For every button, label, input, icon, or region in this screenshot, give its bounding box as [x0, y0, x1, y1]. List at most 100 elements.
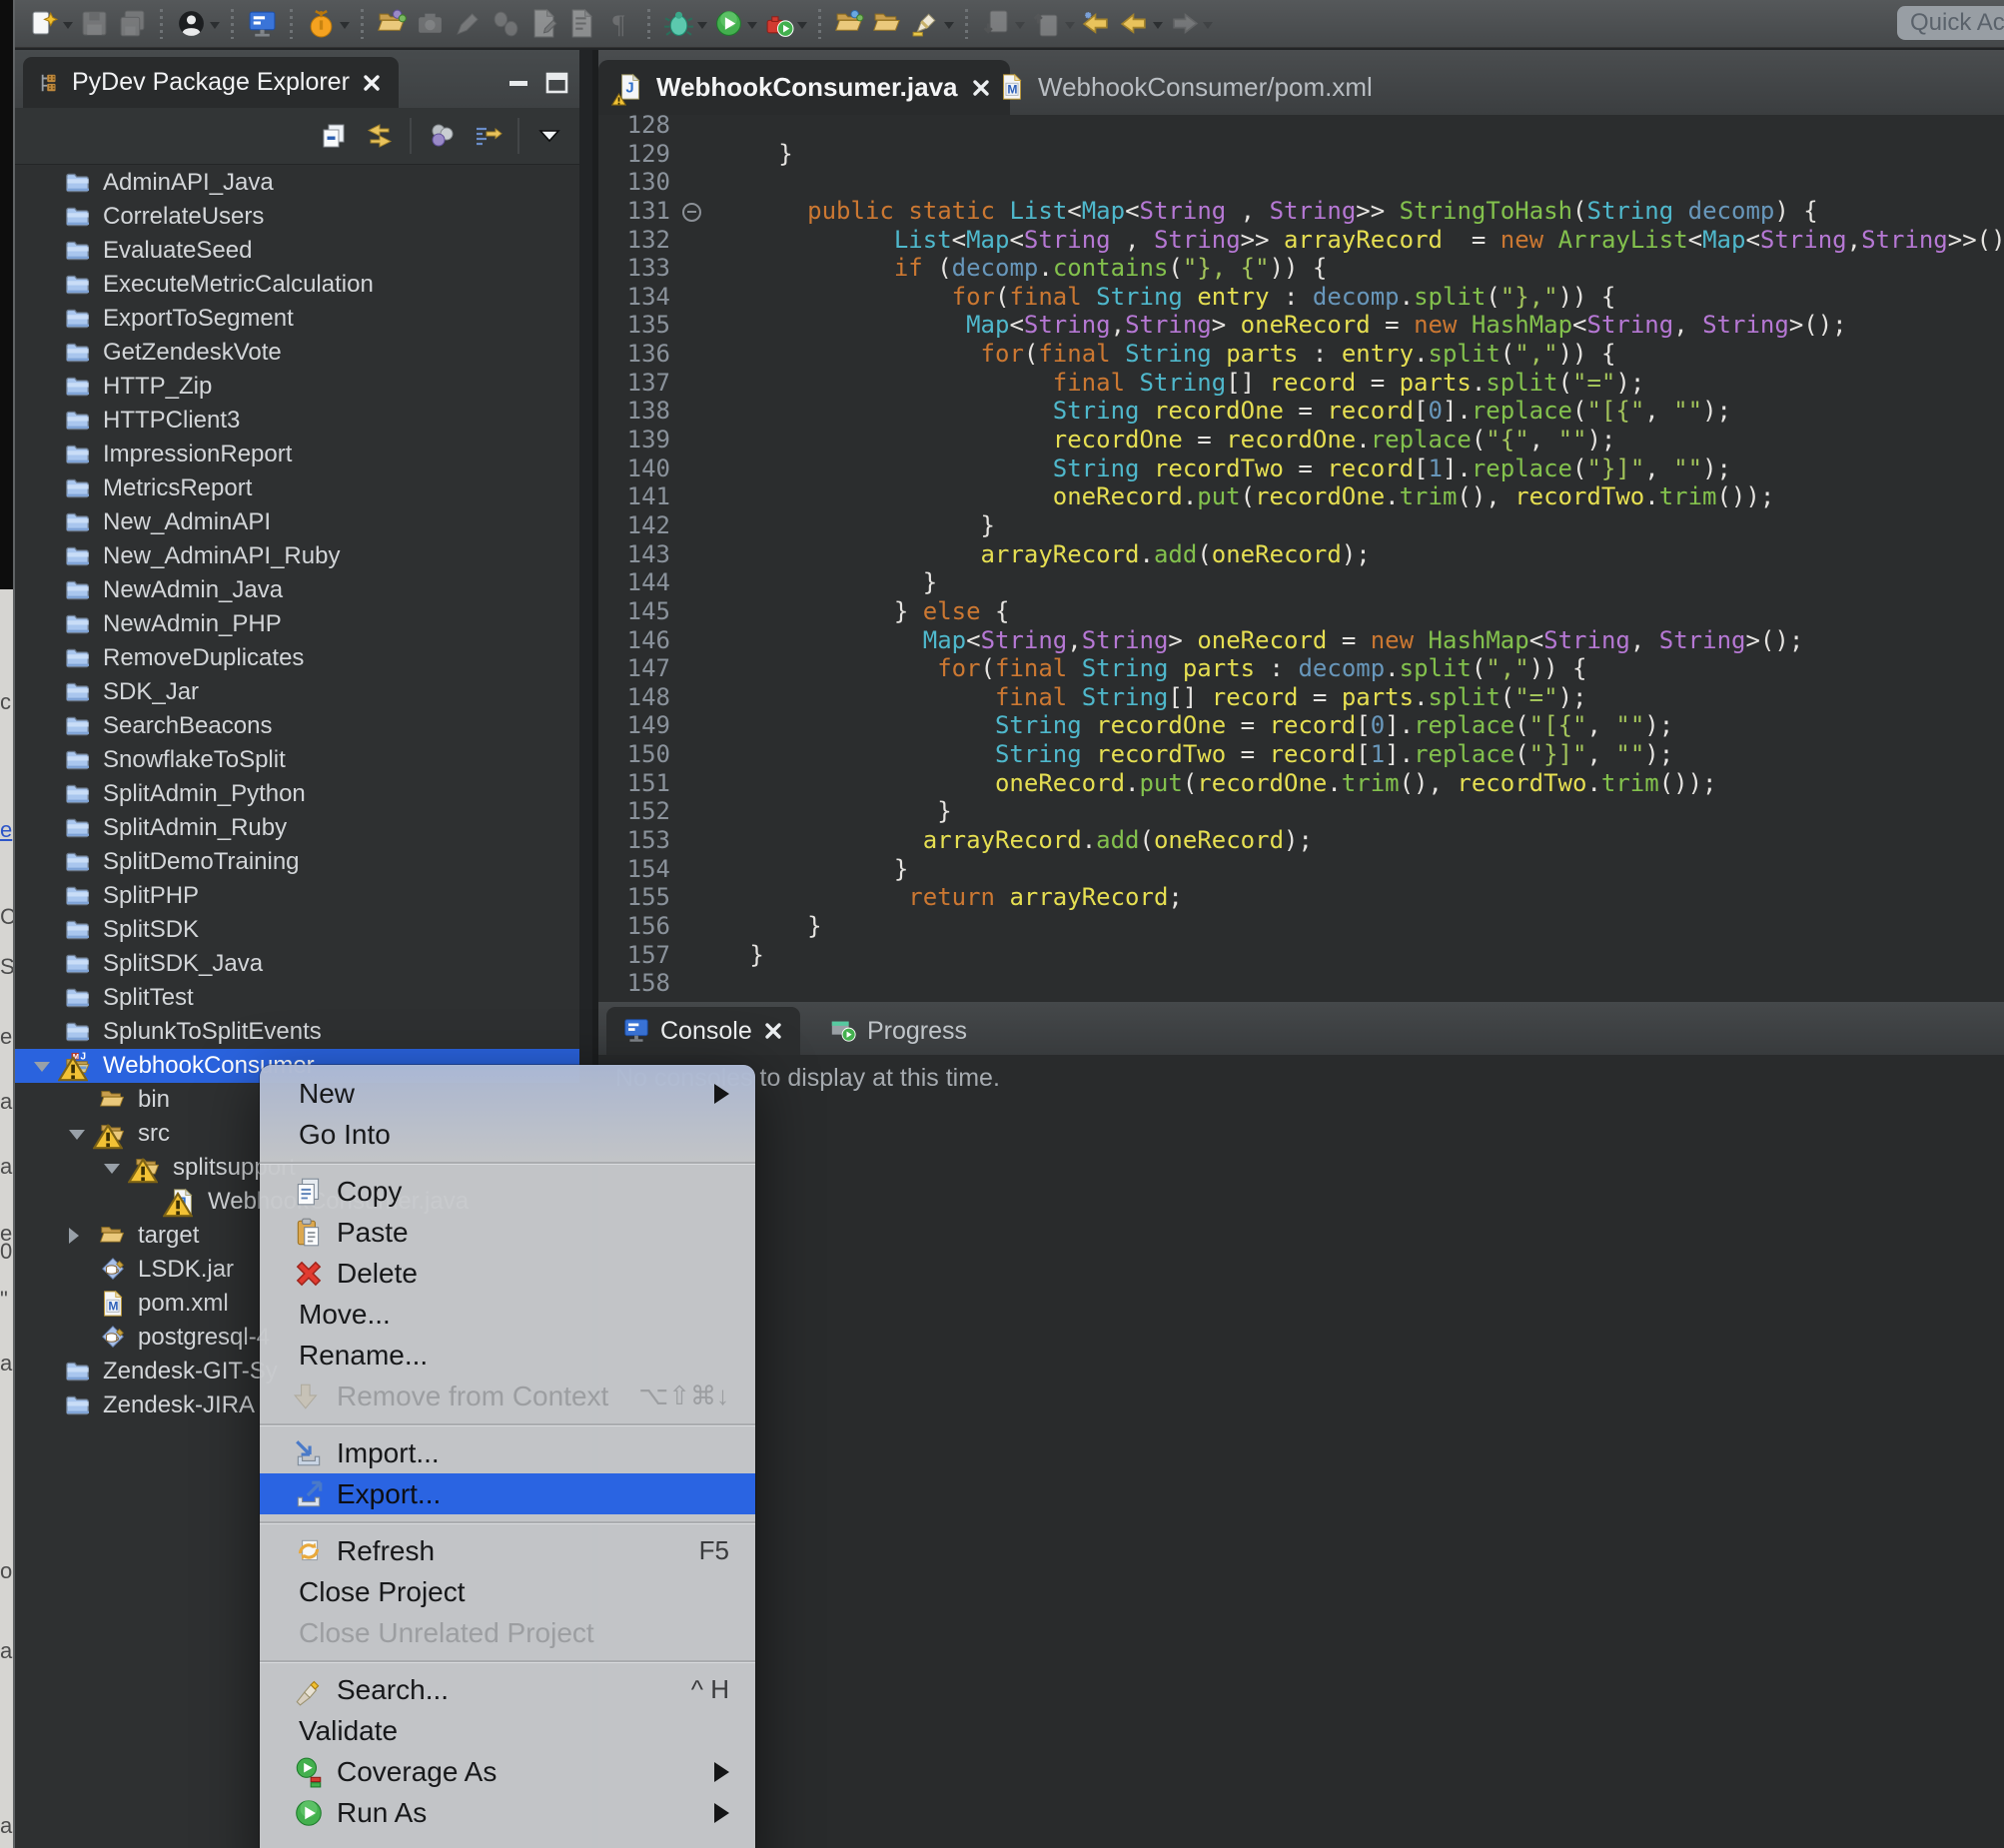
code-line-134[interactable]: 134 for(final String entry : decomp.spli…	[598, 283, 2004, 312]
last-edit-button[interactable]	[524, 5, 562, 43]
code-line-137[interactable]: 137 final String[] record = parts.split(…	[598, 369, 2004, 398]
clean-button[interactable]	[449, 5, 487, 43]
menu-item-validate[interactable]: Validate	[260, 1710, 755, 1751]
debug-button[interactable]	[659, 5, 697, 43]
new-wizard-button[interactable]	[25, 5, 63, 43]
code-line-131[interactable]: 131 public static List<Map<String , Stri…	[598, 197, 2004, 226]
tree-item-splitdemotraining[interactable]: SplitDemoTraining	[15, 845, 579, 879]
back-button[interactable]	[1115, 5, 1153, 43]
code-line-151[interactable]: 151 oneRecord.put(recordOne.trim(), reco…	[598, 769, 2004, 798]
code-line-129[interactable]: 129 }	[598, 140, 2004, 169]
code-line-128[interactable]: 128	[598, 115, 2004, 140]
fold-collapse-icon[interactable]	[682, 203, 701, 222]
focus-sync-button[interactable]	[466, 114, 509, 158]
code-line-139[interactable]: 139 recordOne = recordOne.replace("{", "…	[598, 426, 2004, 455]
chevron-down-icon[interactable]	[1203, 22, 1213, 34]
tree-item-evaluateseed[interactable]: EvaluateSeed	[15, 234, 579, 268]
code-editor[interactable]: 128129 }130131 public static List<Map<St…	[598, 115, 2004, 1002]
chevron-down-icon[interactable]	[340, 22, 350, 34]
menu-item-coverage-as[interactable]: Coverage As	[260, 1751, 755, 1792]
code-line-145[interactable]: 145 } else {	[598, 597, 2004, 626]
code-line-133[interactable]: 133 if (decomp.contains("}, {")) {	[598, 254, 2004, 283]
tree-item-newadmin-php[interactable]: NewAdmin_PHP	[15, 607, 579, 641]
chevron-down-icon[interactable]	[210, 22, 220, 34]
tree-item-snowflaketosplit[interactable]: SnowflakeToSplit	[15, 743, 579, 777]
tree-item-executemetriccalculation[interactable]: ExecuteMetricCalculation	[15, 268, 579, 302]
editor-tab-webhookconsumer-pom-xml[interactable]: M WebhookConsumer/pom.xml	[980, 60, 1391, 115]
forward-button[interactable]	[1165, 5, 1203, 43]
menu-item-close-project[interactable]: Close Project	[260, 1571, 755, 1612]
tree-item-newadmin-java[interactable]: NewAdmin_Java	[15, 573, 579, 607]
code-line-140[interactable]: 140 String recordTwo = record[1].replace…	[598, 455, 2004, 483]
tree-item-http-zip[interactable]: HTTP_Zip	[15, 370, 579, 404]
menu-item-go-into[interactable]: Go Into	[260, 1114, 755, 1155]
menu-item-close-unrelated-project[interactable]: Close Unrelated Project	[260, 1612, 755, 1653]
code-line-153[interactable]: 153 arrayRecord.add(oneRecord);	[598, 826, 2004, 855]
tree-item-splitadmin-ruby[interactable]: SplitAdmin_Ruby	[15, 811, 579, 845]
external-tools-button[interactable]	[759, 5, 797, 43]
bookmarks-button[interactable]	[562, 5, 600, 43]
menu-item-export[interactable]: Export...	[260, 1473, 755, 1514]
tree-item-splitsdk-java[interactable]: SplitSDK_Java	[15, 947, 579, 981]
tree-item-httpclient3[interactable]: HTTPClient3	[15, 404, 579, 438]
tree-item-exporttosegment[interactable]: ExportToSegment	[15, 302, 579, 336]
whitespace-button[interactable]: ¶	[600, 5, 638, 43]
code-line-147[interactable]: 147 for(final String parts : decomp.spli…	[598, 654, 2004, 683]
code-line-158[interactable]: 158	[598, 969, 2004, 998]
tree-item-searchbeacons[interactable]: SearchBeacons	[15, 709, 579, 743]
code-line-141[interactable]: 141 oneRecord.put(recordOne.trim(), reco…	[598, 482, 2004, 511]
chevron-down-icon[interactable]	[1015, 22, 1025, 34]
code-line-142[interactable]: 142 }	[598, 511, 2004, 540]
code-line-132[interactable]: 132 List<Map<String , String>> arrayReco…	[598, 226, 2004, 255]
chevron-down-icon[interactable]	[697, 22, 707, 34]
code-line-156[interactable]: 156 }	[598, 912, 2004, 941]
expand-collapse-arrow[interactable]	[69, 1130, 85, 1148]
console-tab-progress[interactable]: Progress	[813, 1007, 983, 1055]
editor-tab-webhookconsumer-java[interactable]: J WebhookConsumer.java	[598, 60, 1010, 115]
menu-item-search[interactable]: Search...^ H	[260, 1669, 755, 1710]
menu-item-copy[interactable]: Copy	[260, 1171, 755, 1212]
code-line-136[interactable]: 136 for(final String parts : entry.split…	[598, 340, 2004, 369]
tree-item-splittest[interactable]: SplitTest	[15, 981, 579, 1015]
mark-occurrences-button[interactable]	[906, 5, 944, 43]
code-line-146[interactable]: 146 Map<String,String> oneRecord = new H…	[598, 626, 2004, 655]
chevron-down-icon[interactable]	[797, 22, 807, 34]
close-icon[interactable]	[361, 72, 383, 94]
run-button[interactable]	[709, 5, 747, 43]
code-line-157[interactable]: 157 }	[598, 941, 2004, 970]
tab-pydev-package-explorer[interactable]: PyDev Package Explorer	[23, 57, 399, 108]
menu-item-remove-from-context[interactable]: Remove from Context⌥⇧⌘↓	[260, 1376, 755, 1416]
code-line-155[interactable]: 155 return arrayRecord;	[598, 883, 2004, 912]
debug-attach-button[interactable]	[487, 5, 524, 43]
menu-item-rename[interactable]: Rename...	[260, 1335, 755, 1376]
tree-item-impressionreport[interactable]: ImpressionReport	[15, 438, 579, 471]
task-button[interactable]	[302, 5, 340, 43]
expand-collapse-arrow[interactable]	[104, 1164, 120, 1182]
tree-item-splitadmin-python[interactable]: SplitAdmin_Python	[15, 777, 579, 811]
user-profile-button[interactable]	[172, 5, 210, 43]
code-line-148[interactable]: 148 final String[] record = parts.split(…	[598, 683, 2004, 712]
tree-item-adminapi-java[interactable]: AdminAPI_Java	[15, 166, 579, 200]
tree-item-new-adminapi-ruby[interactable]: New_AdminAPI_Ruby	[15, 539, 579, 573]
chevron-down-icon[interactable]	[1065, 22, 1075, 34]
code-line-150[interactable]: 150 String recordTwo = record[1].replace…	[598, 740, 2004, 769]
chevron-down-icon[interactable]	[944, 22, 954, 34]
code-line-144[interactable]: 144 }	[598, 568, 2004, 597]
code-line-154[interactable]: 154 }	[598, 855, 2004, 884]
tree-item-removeduplicates[interactable]: RemoveDuplicates	[15, 641, 579, 675]
console-tab-console[interactable]: Console	[606, 1007, 800, 1055]
chevron-down-icon[interactable]	[747, 22, 757, 34]
save-button[interactable]	[75, 5, 113, 43]
tree-item-sdk-jar[interactable]: SDK_Jar	[15, 675, 579, 709]
tree-item-getzendeskvote[interactable]: GetZendeskVote	[15, 336, 579, 370]
save-all-button[interactable]	[113, 5, 151, 43]
tree-item-correlateusers[interactable]: CorrelateUsers	[15, 200, 579, 234]
tree-item-new-adminapi[interactable]: New_AdminAPI	[15, 505, 579, 539]
close-icon[interactable]	[762, 1020, 784, 1042]
tree-item-metricsreport[interactable]: MetricsReport	[15, 471, 579, 505]
minimize-view-button[interactable]	[506, 72, 532, 94]
menu-item-refresh[interactable]: RefreshF5	[260, 1530, 755, 1571]
code-line-152[interactable]: 152 }	[598, 797, 2004, 826]
collapse-all-button[interactable]	[312, 114, 356, 158]
code-line-138[interactable]: 138 String recordOne = record[0].replace…	[598, 397, 2004, 426]
